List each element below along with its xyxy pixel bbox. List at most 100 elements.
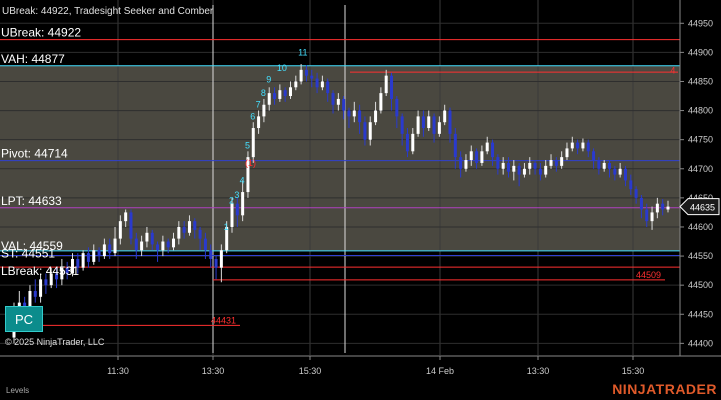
candle-body (421, 116, 425, 129)
candle-body (459, 157, 463, 169)
candle-body (597, 160, 601, 169)
candle-body (453, 133, 457, 158)
candle-body (560, 157, 564, 166)
price-chart[interactable]: 1234567891011(1)4UBreak: 44922VAH: 44877… (0, 0, 721, 400)
candle-body (522, 168, 526, 175)
price-tick-label: 44850 (688, 76, 713, 86)
candle-body (634, 189, 638, 198)
candle-body (480, 151, 484, 163)
price-tick-label: 44450 (688, 309, 713, 319)
time-tick-label: 15:30 (622, 366, 645, 376)
candle-body (219, 250, 223, 268)
candle-body (576, 142, 580, 149)
wave-count-label: 5 (245, 140, 250, 150)
candle-body (506, 162, 510, 172)
price-tick-label: 44950 (688, 18, 713, 28)
candle-body (655, 203, 659, 213)
candle-body (363, 122, 367, 140)
candle-body (427, 116, 431, 129)
candle-body (108, 244, 112, 254)
candle-body (331, 93, 335, 105)
candle-body (102, 244, 106, 257)
wave-count-label: 10 (277, 63, 287, 73)
candle-body (267, 93, 271, 105)
candle-body (129, 212, 133, 239)
price-tick-label: 44700 (688, 164, 713, 174)
candle-body (81, 253, 85, 268)
candle-body (629, 180, 633, 190)
candle-body (538, 168, 542, 175)
candle-body (512, 165, 516, 172)
candle-body (432, 116, 436, 134)
candle-body (326, 81, 330, 94)
candle-body (172, 238, 176, 248)
candle-body (209, 250, 213, 259)
candle-body (416, 116, 420, 134)
candle-body (182, 226, 186, 233)
ninjatrader-logo: NINJATRADER (612, 381, 717, 397)
candle-body (342, 98, 346, 111)
price-tick-label: 44600 (688, 222, 713, 232)
candle-body (358, 110, 362, 123)
candle-body (320, 81, 324, 88)
candle-body (203, 238, 207, 251)
candle-body (299, 69, 303, 82)
candle-body (161, 241, 165, 251)
candle-body (124, 212, 128, 222)
candle-body (214, 258, 218, 268)
price-tick-label: 44900 (688, 47, 713, 57)
candle-body (411, 133, 415, 152)
candle-body (485, 142, 489, 152)
candle-body (177, 226, 181, 239)
candle-body (44, 279, 48, 286)
candle-body (618, 168, 622, 175)
candle-body (517, 165, 521, 175)
candle-body (533, 162, 537, 169)
candle-body (262, 104, 266, 117)
candle-body (491, 142, 495, 158)
candle-body (113, 238, 117, 254)
candle-body (257, 116, 261, 129)
candle-body (374, 110, 378, 123)
wave-count-label: 9 (266, 75, 271, 85)
candle-body (570, 142, 574, 149)
candle-body (156, 244, 160, 251)
pc-button[interactable]: PC (5, 306, 43, 332)
wave-count-label: 3 (234, 190, 239, 200)
value-area-band (0, 65, 680, 251)
candle-body (400, 116, 404, 134)
candle-body (347, 110, 351, 117)
candle-body (288, 87, 292, 97)
candle-body (639, 197, 643, 210)
time-tick-label: 14 Feb (426, 366, 454, 376)
status-levels-label: Levels (6, 386, 30, 395)
current-price-label: 44635 (690, 203, 715, 213)
candle-body (390, 75, 394, 99)
candle-body (501, 162, 505, 169)
candle-body (352, 110, 356, 117)
candle-body (294, 81, 298, 88)
candle-body (278, 90, 282, 99)
price-tick-label: 44800 (688, 106, 713, 116)
candle-body (315, 78, 319, 88)
price-tick-label: 44400 (688, 338, 713, 348)
candle-body (336, 98, 340, 105)
candle-body (602, 162, 606, 169)
candle-body (145, 232, 149, 242)
candle-body (92, 250, 96, 262)
candle-body (464, 160, 468, 169)
candle-body (97, 250, 101, 257)
candle-body (134, 238, 138, 251)
candle-body (554, 160, 558, 166)
candle-body (235, 203, 239, 216)
candle-body (198, 229, 202, 239)
candle-body (368, 122, 372, 140)
candle-body (650, 212, 654, 222)
wave-count-label: (1) (245, 158, 256, 168)
wave-count-label: 1 (224, 222, 229, 232)
candle-body (33, 290, 37, 297)
candle-body (661, 203, 665, 210)
level-label-lbreak: LBreak: 44531 (1, 264, 79, 278)
candle-body (166, 241, 170, 248)
candle-body (39, 279, 43, 297)
